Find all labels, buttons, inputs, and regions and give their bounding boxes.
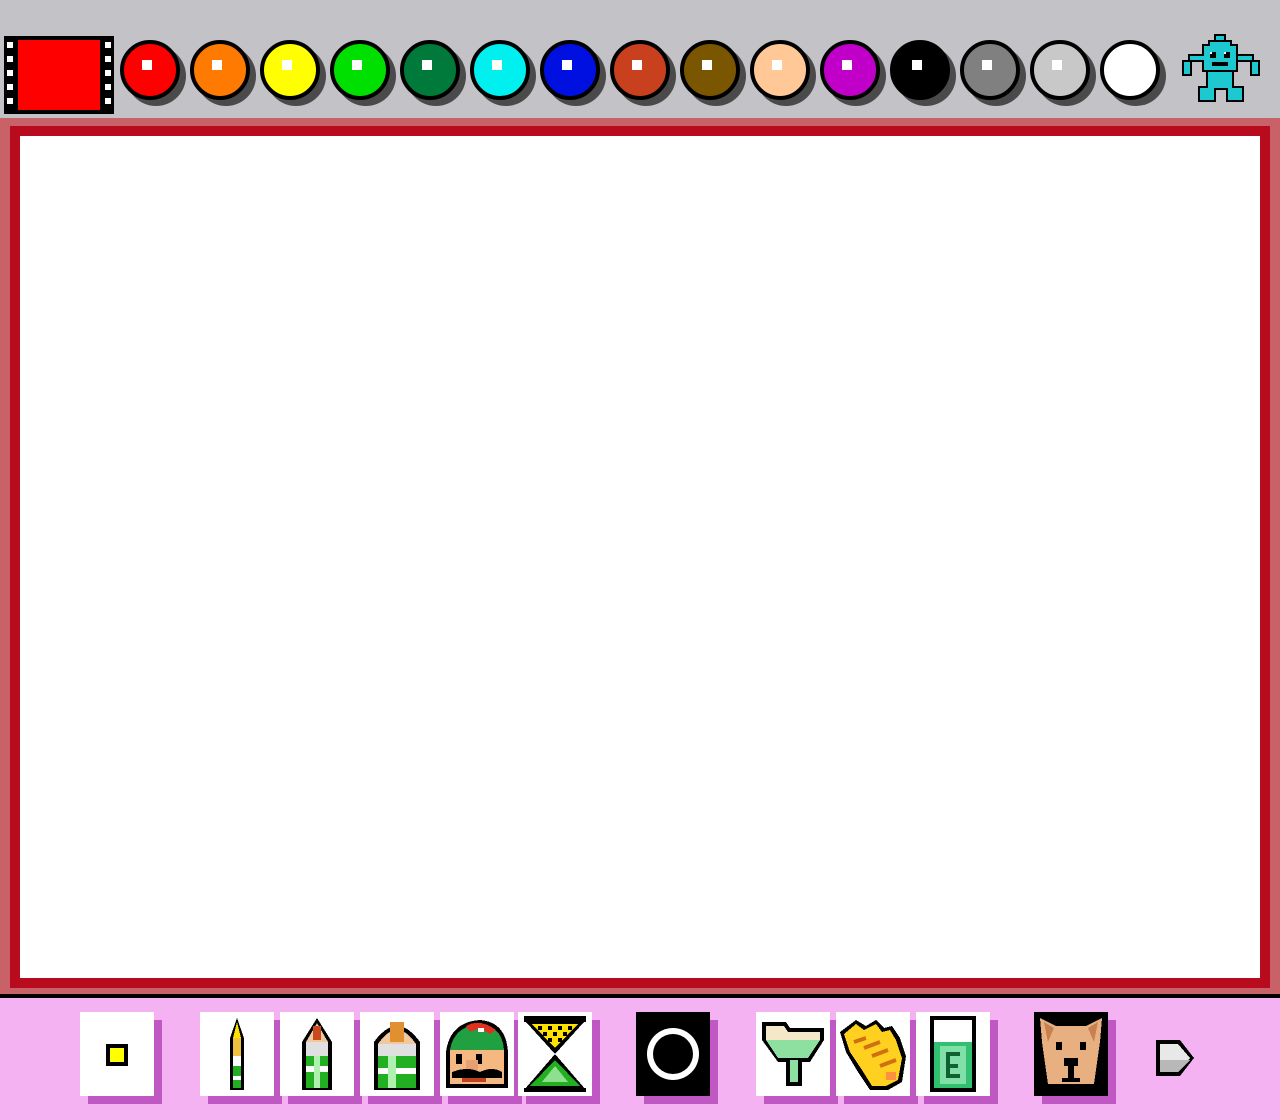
eraser-button[interactable] bbox=[916, 1012, 990, 1096]
eraser-icon bbox=[930, 1016, 976, 1092]
film-strip-right bbox=[105, 38, 111, 112]
color-swatch-dark-green[interactable] bbox=[400, 40, 460, 100]
brush-size-button[interactable] bbox=[80, 1012, 154, 1096]
tool-bar bbox=[0, 994, 1280, 1120]
color-swatch-brick[interactable] bbox=[610, 40, 670, 100]
color-swatch-purple[interactable] bbox=[820, 40, 880, 100]
color-swatch-red[interactable] bbox=[120, 40, 180, 100]
current-color-fill bbox=[18, 40, 100, 110]
dog-face-icon bbox=[1040, 1018, 1102, 1084]
color-swatch-yellow[interactable] bbox=[260, 40, 320, 100]
medium-pencil-icon bbox=[302, 1018, 332, 1090]
color-swatch-black[interactable] bbox=[890, 40, 950, 100]
paint-bucket-button[interactable] bbox=[756, 1012, 830, 1096]
thick-pencil-button[interactable] bbox=[360, 1012, 434, 1096]
color-palette-bar bbox=[0, 0, 1280, 118]
thin-pencil-icon bbox=[230, 1018, 244, 1090]
brush-size-icon bbox=[106, 1044, 128, 1066]
color-swatch-cyan[interactable] bbox=[470, 40, 530, 100]
canvas-frame bbox=[0, 118, 1280, 994]
color-swatch-brown[interactable] bbox=[680, 40, 740, 100]
paint-bucket-icon bbox=[762, 1022, 824, 1086]
hourglass-spray-button[interactable] bbox=[518, 1012, 592, 1096]
color-swatch-blue[interactable] bbox=[540, 40, 600, 100]
color-swatch-light-gray[interactable] bbox=[1030, 40, 1090, 100]
next-arrow-icon[interactable] bbox=[1150, 1030, 1200, 1084]
hourglass-spray-icon bbox=[524, 1016, 586, 1092]
film-strip-left bbox=[7, 38, 13, 112]
color-swatch-gray[interactable] bbox=[960, 40, 1020, 100]
mario-face-stamp-button[interactable] bbox=[440, 1012, 514, 1096]
color-swatch-white[interactable] bbox=[1100, 40, 1160, 100]
color-swatch-green[interactable] bbox=[330, 40, 390, 100]
robot-mascot-icon[interactable] bbox=[1180, 34, 1262, 106]
stamp-circle-icon bbox=[647, 1028, 699, 1080]
hand-pointer-button[interactable] bbox=[836, 1012, 910, 1096]
color-swatch-orange[interactable] bbox=[190, 40, 250, 100]
current-color-indicator bbox=[4, 36, 114, 114]
drawing-canvas[interactable] bbox=[10, 126, 1270, 988]
dog-face-button[interactable] bbox=[1034, 1012, 1108, 1096]
color-swatch-peach[interactable] bbox=[750, 40, 810, 100]
stamp-circle-button[interactable] bbox=[636, 1012, 710, 1096]
hand-pointer-icon bbox=[840, 1020, 906, 1090]
thick-pencil-icon bbox=[374, 1022, 420, 1090]
thin-pencil-button[interactable] bbox=[200, 1012, 274, 1096]
mario-face-stamp-icon bbox=[446, 1020, 508, 1088]
medium-pencil-button[interactable] bbox=[280, 1012, 354, 1096]
